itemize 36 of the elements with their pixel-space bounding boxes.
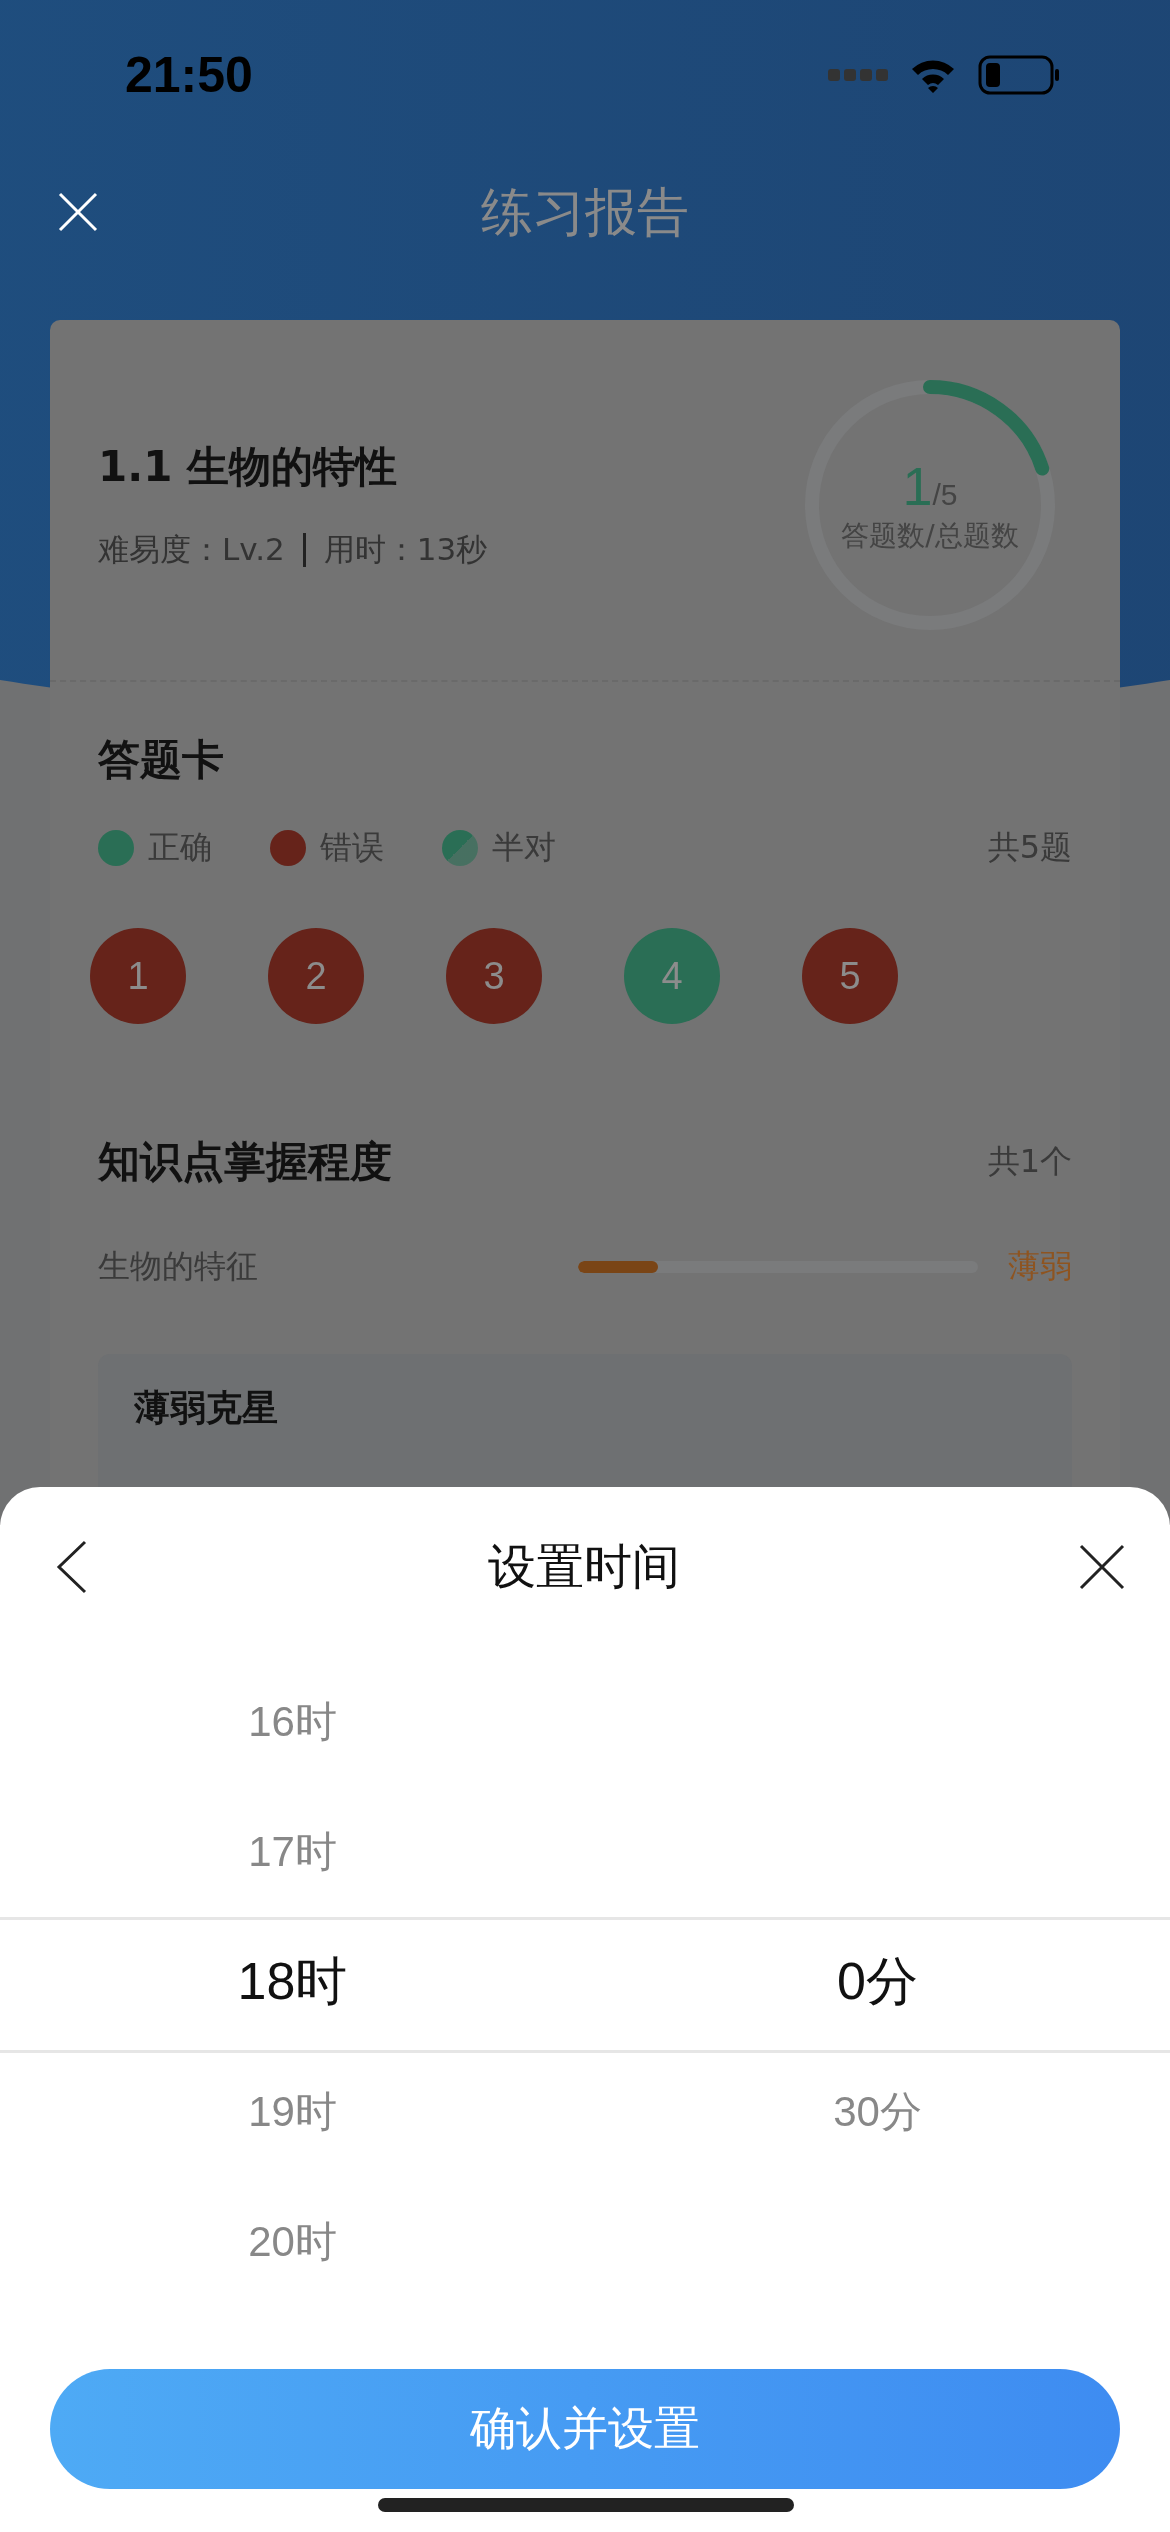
lesson-title: 1.1 生物的特性 — [98, 441, 399, 493]
question-number-button[interactable]: 5 — [802, 928, 898, 1024]
knowledge-name: 生物的特征 — [98, 1246, 259, 1287]
status-time: 21:50 — [125, 46, 253, 104]
hour-option[interactable]: 20时 — [248, 2214, 337, 2270]
legend-label: 正确 — [148, 827, 212, 868]
hour-option[interactable]: 18时 — [237, 1947, 348, 2017]
answered-count: 1 — [902, 455, 933, 517]
confirm-button[interactable]: 确认并设置 — [50, 2369, 1120, 2489]
mastery-status: 薄弱 — [1008, 1246, 1072, 1287]
back-icon[interactable] — [56, 1540, 88, 1594]
panel-title: 薄弱克星 — [134, 1387, 278, 1428]
hour-option[interactable]: 19时 — [248, 2084, 337, 2140]
separator — [302, 533, 306, 567]
question-count: 共5题 — [987, 827, 1072, 868]
legend-label: 半对 — [492, 827, 556, 868]
knowledge-count: 共1个 — [987, 1141, 1072, 1182]
sheet-title: 设置时间 — [487, 1537, 680, 1596]
legend-label: 错误 — [320, 827, 384, 868]
section-title: 答题卡 — [98, 735, 224, 784]
signal-icon — [828, 68, 888, 82]
difficulty-text: 难易度：Lv.2 — [98, 530, 285, 569]
question-number-button[interactable]: 4 — [624, 928, 720, 1024]
hour-option[interactable]: 17时 — [248, 1824, 337, 1880]
minute-option[interactable]: 0分 — [837, 1947, 918, 2017]
question-number-button[interactable]: 3 — [446, 928, 542, 1024]
wifi-icon — [910, 57, 956, 93]
duration-text: 用时：13秒 — [323, 530, 488, 569]
hour-option[interactable]: 16时 — [248, 1694, 337, 1750]
battery-icon — [978, 55, 1060, 95]
close-icon[interactable] — [1079, 1544, 1125, 1590]
minute-option[interactable]: 30分 — [833, 2084, 922, 2140]
question-number-button[interactable]: 2 — [268, 928, 364, 1024]
section-title: 知识点掌握程度 — [98, 1136, 392, 1188]
question-number-button[interactable]: 1 — [90, 928, 186, 1024]
page-title: 练习报告 — [481, 180, 689, 244]
